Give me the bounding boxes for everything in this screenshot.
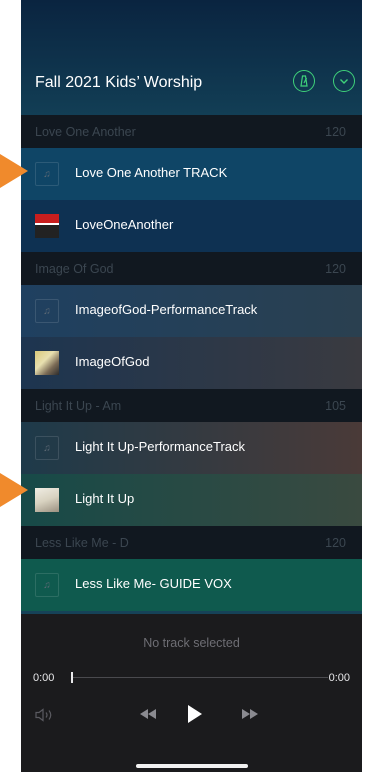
remaining-time: 0:00 [328, 672, 350, 684]
track-row[interactable]: ♫ Love One Another TRACK [21, 148, 362, 200]
album-art [35, 351, 59, 375]
setlist-title: Fall 2021 Kids’ Worship [35, 74, 203, 91]
track-row[interactable]: ♫ ImageofGod-PerformanceTrack [21, 285, 362, 337]
player-bar: No track selected 0:00 0:00 [21, 614, 362, 772]
album-art [35, 488, 59, 512]
speaker-icon [35, 708, 52, 722]
app-screen: Fall 2021 Kids’ Worship Love One Another… [21, 0, 362, 772]
elapsed-time: 0:00 [33, 672, 55, 684]
metronome-icon [300, 75, 308, 87]
track-title: Light It Up [75, 491, 135, 506]
annotation-arrow [0, 473, 28, 507]
section-name: Love One Another [35, 125, 136, 139]
header: Fall 2021 Kids’ Worship [21, 0, 362, 115]
music-note-icon: ♫ [35, 299, 59, 323]
scrubber-handle[interactable] [71, 672, 73, 683]
chevron-down-icon [340, 79, 348, 84]
fast-forward-icon [242, 709, 258, 719]
track-row[interactable]: ♫ Light It Up-PerformanceTrack [21, 422, 362, 474]
music-note-icon: ♫ [35, 436, 59, 460]
setlist: Love One Another 120 ♫ Love One Another … [21, 115, 362, 611]
section-header: Love One Another 120 [21, 115, 362, 148]
music-note-icon: ♫ [35, 162, 59, 186]
track-title: Light It Up-PerformanceTrack [75, 439, 246, 454]
volume-button[interactable] [35, 708, 57, 722]
track-row[interactable]: LoveOneAnother [21, 200, 362, 252]
section-bpm: 105 [325, 399, 346, 413]
section-name: Less Like Me - D [35, 536, 129, 550]
section-bpm: 120 [325, 125, 346, 139]
music-note-icon: ♫ [35, 573, 59, 597]
track-title: ImageOfGod [75, 354, 150, 369]
annotation-arrow [0, 154, 28, 188]
now-playing-status: No track selected [143, 636, 240, 650]
section-bpm: 120 [325, 262, 346, 276]
rewind-icon [140, 709, 156, 719]
collapse-button[interactable] [333, 70, 355, 92]
track-title: ImageofGod-PerformanceTrack [75, 302, 258, 317]
section-bpm: 120 [325, 536, 346, 550]
fast-forward-button[interactable] [241, 708, 259, 720]
rewind-button[interactable] [139, 708, 157, 720]
track-title: Less Like Me- GUIDE VOX [75, 576, 232, 591]
track-row[interactable]: ♫ Less Like Me- GUIDE VOX [21, 559, 362, 611]
play-button[interactable] [187, 704, 203, 724]
section-name: Light It Up - Am [35, 399, 122, 413]
album-art [35, 214, 59, 238]
track-title: LoveOneAnother [75, 217, 174, 232]
play-icon [188, 705, 202, 723]
track-title: Love One Another TRACK [75, 165, 228, 180]
scrubber-track[interactable] [73, 677, 328, 678]
section-header: Less Like Me - D 120 [21, 526, 362, 559]
section-header: Image Of God 120 [21, 252, 362, 285]
metronome-button[interactable] [293, 70, 315, 92]
track-row[interactable]: Light It Up [21, 474, 362, 526]
section-name: Image Of God [35, 262, 114, 276]
track-row[interactable]: ImageOfGod [21, 337, 362, 389]
section-header: Light It Up - Am 105 [21, 389, 362, 422]
home-indicator [136, 764, 248, 768]
